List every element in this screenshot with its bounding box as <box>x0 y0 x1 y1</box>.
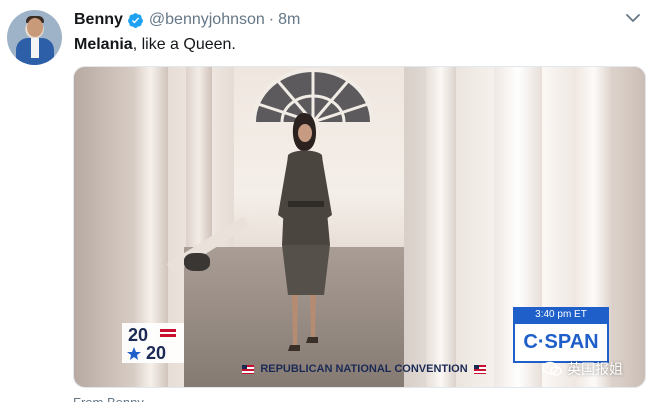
watermark-text: 英国报姐 <box>567 362 623 378</box>
cspan-time: 3:40 pm ET <box>513 307 609 322</box>
chevron-down-icon[interactable] <box>626 13 640 23</box>
tweet-header: Benny @bennyjohnson · 8m <box>74 10 300 30</box>
quoted-source-text: From Benny <box>73 395 144 402</box>
tweet: Benny @bennyjohnson · 8m Melania, like a… <box>0 0 650 402</box>
walking-figure <box>278 113 332 351</box>
video-media[interactable]: 20 20 3:40 pm ET C·SPAN REPUBLICAN NATIO… <box>73 66 646 388</box>
svg-text:20: 20 <box>146 343 166 363</box>
tweet-text-bold: Melania <box>74 36 133 53</box>
verified-badge-icon <box>127 12 143 28</box>
tweet-text: Melania, like a Queen. <box>74 36 236 54</box>
cspan-logo: C·SPAN <box>513 322 609 363</box>
username-handle[interactable]: @bennyjohnson <box>149 11 265 29</box>
convention-banner: REPUBLICAN NATIONAL CONVENTION <box>234 361 494 377</box>
tweet-text-rest: , like a Queen. <box>132 36 236 53</box>
banner-text: REPUBLICAN NATIONAL CONVENTION <box>260 363 468 375</box>
wechat-icon <box>542 361 562 376</box>
display-name[interactable]: Benny <box>74 11 123 29</box>
flag-icon <box>473 364 486 374</box>
rnc-2020-logo: 20 20 <box>122 323 184 363</box>
flag-icon <box>242 364 255 374</box>
avatar[interactable] <box>7 10 62 65</box>
separator-dot: · <box>268 11 275 28</box>
svg-text:20: 20 <box>128 325 148 345</box>
cspan-bug: 3:40 pm ET C·SPAN <box>513 307 609 363</box>
timestamp[interactable]: 8m <box>278 11 300 29</box>
watermark: 英国报姐 <box>542 359 623 379</box>
